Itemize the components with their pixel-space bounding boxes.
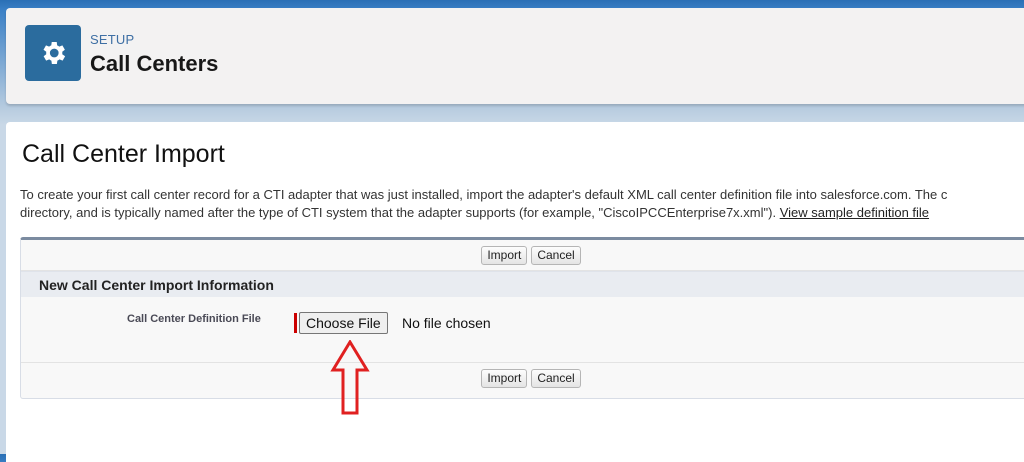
- annotation-arrow-icon: [330, 340, 370, 415]
- field-label: Call Center Definition File: [127, 313, 261, 325]
- page-title: Call Centers: [90, 51, 219, 76]
- description: To create your first call center record …: [20, 186, 1024, 222]
- description-line-2: directory, and is typically named after …: [20, 204, 1024, 222]
- cancel-button-top[interactable]: Cancel: [531, 245, 581, 265]
- content-card: Call Center Import To create your first …: [6, 122, 1024, 462]
- section-header: New Call Center Import Information: [21, 271, 1024, 297]
- setup-label: SETUP: [90, 32, 135, 47]
- header-card: SETUP Call Centers: [6, 8, 1024, 104]
- gear-icon: [25, 25, 81, 81]
- top-button-row: Import Cancel: [21, 240, 1024, 271]
- content-title: Call Center Import: [22, 140, 225, 168]
- section-title: New Call Center Import Information: [39, 277, 274, 293]
- choose-file-button[interactable]: Choose File: [299, 312, 388, 334]
- description-line-1: To create your first call center record …: [20, 187, 948, 202]
- bottom-button-row: Import Cancel: [21, 362, 1024, 393]
- import-button-top[interactable]: Import: [481, 245, 528, 265]
- import-button-bottom[interactable]: Import: [481, 368, 528, 388]
- file-status: No file chosen: [402, 315, 491, 331]
- description-line-2-text: directory, and is typically named after …: [20, 205, 780, 220]
- import-form: Import Cancel New Call Center Import Inf…: [20, 237, 1024, 399]
- view-sample-link[interactable]: View sample definition file: [780, 205, 929, 220]
- cancel-button-bottom[interactable]: Cancel: [531, 368, 581, 388]
- required-indicator: [294, 313, 297, 333]
